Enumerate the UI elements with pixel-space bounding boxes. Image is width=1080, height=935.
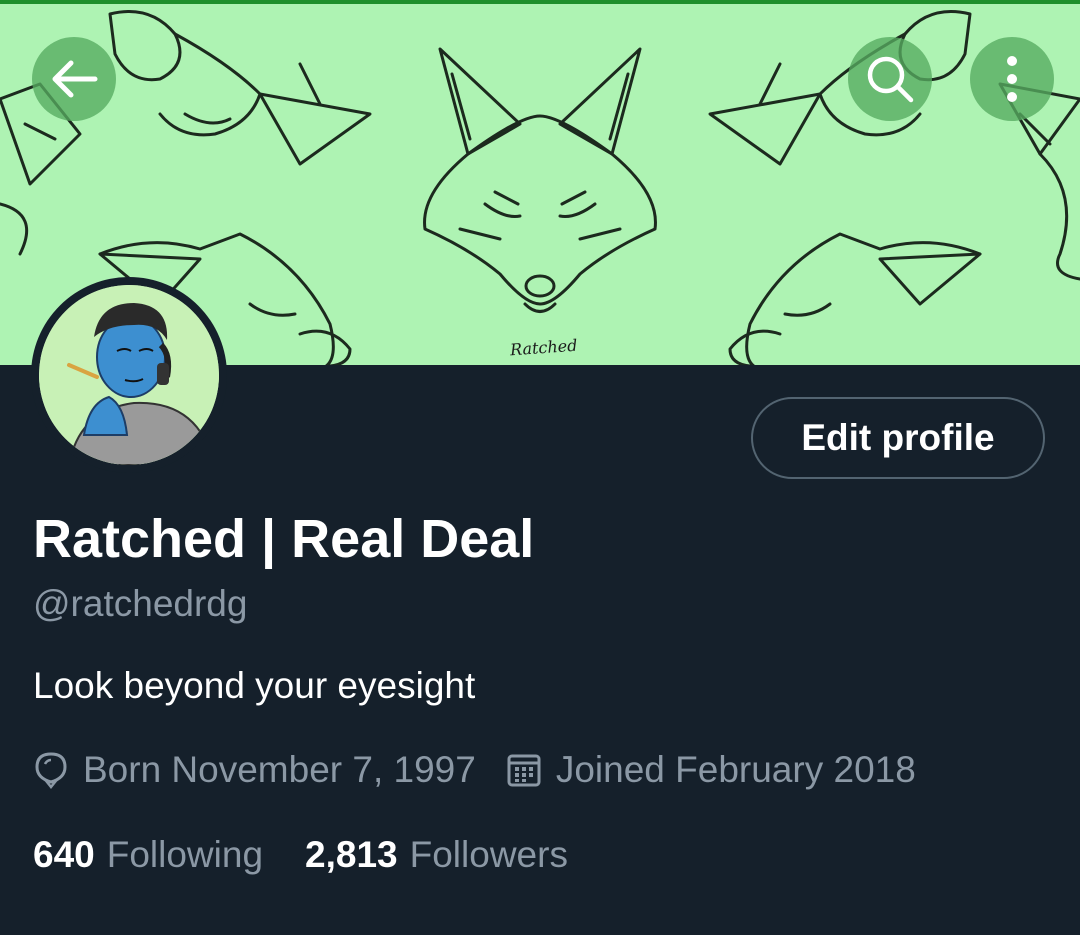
- profile-avatar[interactable]: [31, 277, 227, 473]
- birthday-text: Born November 7, 1997: [83, 749, 476, 790]
- edit-profile-button[interactable]: Edit profile: [751, 397, 1045, 479]
- followers-label: Followers: [409, 834, 568, 875]
- following-count: 640: [33, 834, 95, 875]
- search-icon: [867, 56, 914, 103]
- calendar-icon: [506, 752, 542, 788]
- arrow-left-icon: [52, 60, 98, 98]
- more-vertical-icon: [1007, 56, 1017, 102]
- display-name: Ratched | Real Deal: [33, 509, 535, 569]
- back-button[interactable]: [32, 37, 116, 121]
- following-link[interactable]: 640 Following: [33, 834, 263, 876]
- following-label: Following: [106, 834, 264, 875]
- more-options-button[interactable]: [970, 37, 1054, 121]
- balloon-icon: [33, 750, 69, 790]
- bio-text: Look beyond your eyesight: [33, 665, 476, 706]
- search-button[interactable]: [848, 37, 932, 121]
- joined-date-text: Joined February 2018: [555, 749, 916, 790]
- follow-stats: 640 Following 2,813 Followers: [33, 830, 568, 880]
- user-handle: @ratchedrdg: [33, 583, 248, 624]
- followers-link[interactable]: 2,813 Followers: [305, 834, 568, 876]
- followers-count: 2,813: [305, 834, 398, 875]
- avatar-illustration: [39, 285, 219, 465]
- profile-meta: Born November 7, 1997 Joined February 20…: [33, 745, 916, 795]
